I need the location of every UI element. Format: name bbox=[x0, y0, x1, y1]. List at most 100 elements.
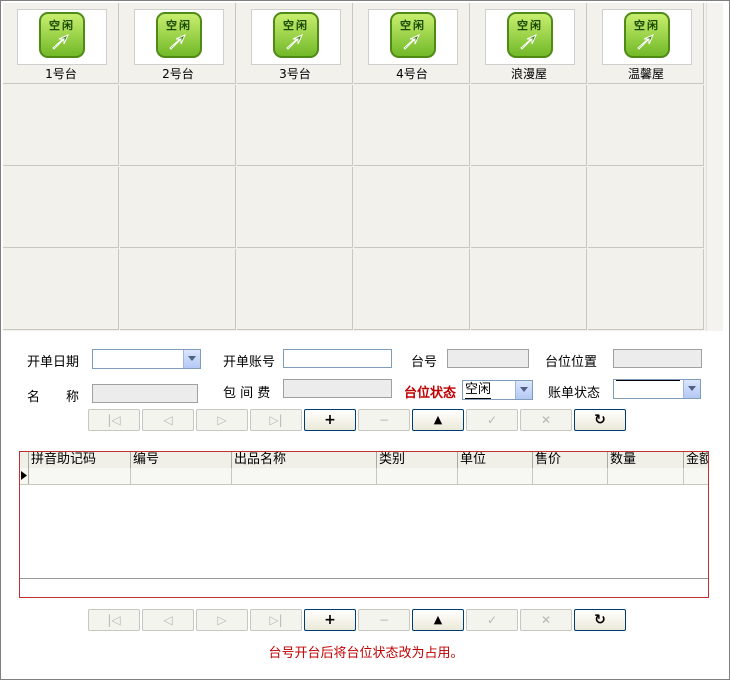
table-tile[interactable]: 空闲 bbox=[134, 9, 224, 65]
nav-edit-button[interactable]: ▲ bbox=[412, 409, 464, 431]
nav-next-button[interactable]: ▷ bbox=[196, 409, 248, 431]
nav-cancel-button[interactable]: ✕ bbox=[520, 409, 572, 431]
arrow-up-right-icon bbox=[520, 34, 537, 50]
table-cell-5[interactable]: 空闲 浪漫屋 bbox=[471, 3, 587, 84]
grid-cell[interactable] bbox=[533, 468, 608, 484]
table-no-label: 台号 bbox=[411, 355, 438, 370]
table-status-text: 空闲 bbox=[634, 19, 660, 32]
open-date-label: 开单日期 bbox=[27, 355, 80, 370]
column-header[interactable]: 编号 bbox=[131, 452, 232, 468]
table-cell-1[interactable]: 空闲 1号台 bbox=[3, 3, 119, 84]
table-status-value: 空闲 bbox=[465, 382, 492, 399]
table-cell-6[interactable]: 空闲 温馨屋 bbox=[588, 3, 704, 84]
column-header[interactable]: 类别 bbox=[377, 452, 458, 468]
grid-cell[interactable] bbox=[377, 468, 458, 484]
nav-last-button[interactable]: ▷| bbox=[250, 609, 302, 631]
empty-cell bbox=[120, 249, 236, 330]
table-tile[interactable]: 空闲 bbox=[17, 9, 107, 65]
table-name-label: 1号台 bbox=[45, 67, 77, 81]
empty-cell bbox=[3, 167, 119, 248]
main-window: 空闲 1号台 空闲 2号台 空闲 3号台 空闲 4号台 空闲 浪漫屋 空闲 温馨… bbox=[0, 0, 730, 680]
empty-cell bbox=[471, 167, 587, 248]
nav-next-button[interactable]: ▷ bbox=[196, 609, 248, 631]
grid-cell[interactable] bbox=[608, 468, 684, 484]
table-name-label: 4号台 bbox=[396, 67, 428, 81]
table-status-label: 台位状态 bbox=[404, 386, 457, 401]
name-label: 名 称 bbox=[27, 390, 80, 405]
table-status-icon: 空闲 bbox=[156, 12, 202, 58]
bill-status-select[interactable] bbox=[613, 379, 701, 399]
nav-refresh-button[interactable]: ↻ bbox=[574, 609, 626, 631]
arrow-up-right-icon bbox=[286, 34, 303, 50]
grid-cell[interactable] bbox=[131, 468, 232, 484]
grid-cell[interactable] bbox=[29, 468, 131, 484]
table-cell-3[interactable]: 空闲 3号台 bbox=[237, 3, 353, 84]
grid-footer-divider bbox=[20, 578, 708, 579]
empty-cell bbox=[354, 167, 470, 248]
column-header[interactable]: 出品名称 bbox=[232, 452, 377, 468]
table-name-label: 温馨屋 bbox=[627, 67, 664, 81]
table-status-icon: 空闲 bbox=[390, 12, 436, 58]
nav-post-button[interactable]: ✓ bbox=[466, 609, 518, 631]
position-field bbox=[613, 349, 702, 368]
dropdown-arrow-icon[interactable] bbox=[515, 381, 532, 399]
hint-text: 台号开台后将台位状态改为占用。 bbox=[268, 646, 464, 661]
nav-first-button[interactable]: |◁ bbox=[88, 609, 140, 631]
grid-scrollbar[interactable] bbox=[706, 3, 723, 331]
row-indicator-icon bbox=[20, 468, 29, 484]
empty-cell bbox=[471, 85, 587, 166]
table-row[interactable] bbox=[20, 468, 708, 485]
nav-delete-button[interactable]: − bbox=[358, 409, 410, 431]
grid-cell[interactable] bbox=[232, 468, 377, 484]
nav-refresh-button[interactable]: ↻ bbox=[574, 409, 626, 431]
table-tile[interactable]: 空闲 bbox=[602, 9, 692, 65]
empty-cell bbox=[354, 85, 470, 166]
table-status-select[interactable]: 空闲 bbox=[462, 380, 533, 400]
grid-indicator-header bbox=[20, 452, 29, 468]
position-label: 台位位置 bbox=[545, 355, 598, 370]
nav-delete-button[interactable]: − bbox=[358, 609, 410, 631]
column-header[interactable]: 拼音助记码 bbox=[29, 452, 131, 468]
empty-cell bbox=[588, 85, 704, 166]
grid-cell[interactable] bbox=[458, 468, 533, 484]
column-header[interactable]: 数量 bbox=[608, 452, 684, 468]
empty-cell bbox=[588, 167, 704, 248]
table-status-text: 空闲 bbox=[517, 19, 543, 32]
account-label: 开单账号 bbox=[223, 355, 276, 370]
table-cell-4[interactable]: 空闲 4号台 bbox=[354, 3, 470, 84]
open-date-picker[interactable] bbox=[92, 349, 201, 369]
table-status-icon: 空闲 bbox=[624, 12, 670, 58]
table-cell-2[interactable]: 空闲 2号台 bbox=[120, 3, 236, 84]
column-header[interactable]: 售价 bbox=[533, 452, 608, 468]
table-status-icon: 空闲 bbox=[273, 12, 319, 58]
nav-first-button[interactable]: |◁ bbox=[88, 409, 140, 431]
table-name-label: 3号台 bbox=[279, 67, 311, 81]
empty-cell bbox=[3, 85, 119, 166]
table-tile[interactable]: 空闲 bbox=[485, 9, 575, 65]
nav-prev-button[interactable]: ◁ bbox=[142, 609, 194, 631]
dropdown-arrow-icon[interactable] bbox=[683, 380, 700, 398]
column-header[interactable]: 金额 bbox=[684, 452, 708, 468]
table-name-label: 2号台 bbox=[162, 67, 194, 81]
empty-cell bbox=[237, 249, 353, 330]
empty-cell bbox=[3, 249, 119, 330]
nav-cancel-button[interactable]: ✕ bbox=[520, 609, 572, 631]
nav-last-button[interactable]: ▷| bbox=[250, 409, 302, 431]
table-tile[interactable]: 空闲 bbox=[251, 9, 341, 65]
table-status-icon: 空闲 bbox=[507, 12, 553, 58]
nav-prev-button[interactable]: ◁ bbox=[142, 409, 194, 431]
room-fee-field bbox=[283, 379, 392, 398]
name-field bbox=[92, 384, 198, 403]
dropdown-arrow-icon[interactable] bbox=[183, 350, 200, 368]
empty-cell bbox=[588, 249, 704, 330]
nav-add-button[interactable]: + bbox=[304, 409, 356, 431]
bill-status-label: 账单状态 bbox=[548, 386, 601, 401]
column-header[interactable]: 单位 bbox=[458, 452, 533, 468]
nav-add-button[interactable]: + bbox=[304, 609, 356, 631]
table-tile[interactable]: 空闲 bbox=[368, 9, 458, 65]
nav-post-button[interactable]: ✓ bbox=[466, 409, 518, 431]
account-input[interactable] bbox=[283, 349, 392, 368]
table-status-text: 空闲 bbox=[166, 19, 192, 32]
arrow-up-right-icon bbox=[403, 34, 420, 50]
nav-edit-button[interactable]: ▲ bbox=[412, 609, 464, 631]
